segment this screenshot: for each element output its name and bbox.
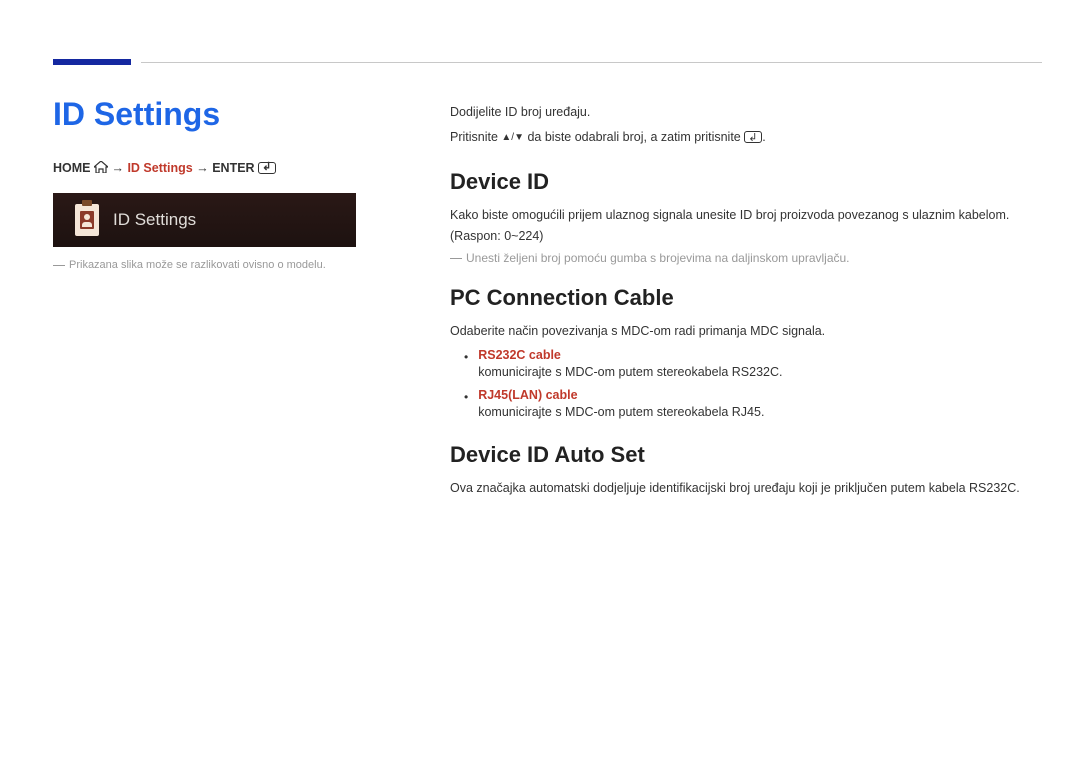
intro2-part-c: . [762, 130, 765, 144]
breadcrumb-arrow: → [196, 161, 212, 175]
device-id-note: Unesti željeni broj pomoću gumba s broje… [450, 251, 1042, 265]
id-badge-icon [75, 204, 99, 236]
breadcrumb: HOME → ID Settings → ENTER [53, 161, 383, 175]
device-id-text: Kako biste omogućili prijem ulaznog sign… [450, 205, 1042, 248]
ui-preview-banner: ID Settings [53, 193, 356, 247]
breadcrumb-home-label: HOME [53, 161, 91, 175]
pc-cable-text: Odaberite način povezivanja s MDC-om rad… [450, 321, 1042, 342]
ui-preview-label: ID Settings [113, 210, 196, 230]
device-id-note-text: Unesti željeni broj pomoću gumba s broje… [466, 251, 850, 265]
image-disclaimer: Prikazana slika može se razlikovati ovis… [53, 259, 383, 271]
auto-set-text: Ova značajka automatski dodjeljuje ident… [450, 478, 1042, 499]
intro2-part-a: Pritisnite [450, 130, 501, 144]
header-divider [141, 62, 1042, 63]
breadcrumb-current: ID Settings [127, 161, 192, 175]
intro2-part-b: da biste odabrali broj, a zatim pritisni… [524, 130, 744, 144]
option-row: • RJ45(LAN) cable komunicirajte s MDC-om… [464, 388, 1042, 422]
breadcrumb-arrow: → [111, 161, 127, 175]
enter-icon [744, 131, 762, 143]
enter-icon [258, 162, 276, 174]
disclaimer-text: Prikazana slika može se razlikovati ovis… [69, 259, 326, 271]
dash-icon [450, 258, 462, 259]
intro-line-2: Pritisnite ▲/▼ da biste odabrali broj, a… [450, 127, 1042, 148]
left-column: ID Settings HOME → ID Settings → ENTER I… [53, 96, 383, 271]
rj45-text: komunicirajte s MDC-om putem stereokabel… [478, 402, 1042, 422]
option-row: • RS232C cable komunicirajte s MDC-om pu… [464, 348, 1042, 382]
right-column: Dodijelite ID broj uređaju. Pritisnite ▲… [450, 102, 1042, 504]
pc-cable-heading: PC Connection Cable [450, 285, 1042, 311]
rs232c-text: komunicirajte s MDC-om putem stereokabel… [478, 362, 1042, 382]
header-accent-bar [53, 59, 131, 65]
home-icon [94, 161, 108, 173]
intro-line-1: Dodijelite ID broj uređaju. [450, 102, 1042, 123]
rs232c-label: RS232C cable [478, 348, 1042, 362]
up-down-triangle-icon: ▲/▼ [501, 132, 524, 143]
dash-icon [53, 265, 65, 266]
bullet-icon: • [464, 348, 468, 382]
bullet-icon: • [464, 388, 468, 422]
device-id-heading: Device ID [450, 169, 1042, 195]
page-title: ID Settings [53, 96, 383, 133]
auto-set-heading: Device ID Auto Set [450, 442, 1042, 468]
breadcrumb-enter-label: ENTER [212, 161, 254, 175]
rj45-label: RJ45(LAN) cable [478, 388, 1042, 402]
